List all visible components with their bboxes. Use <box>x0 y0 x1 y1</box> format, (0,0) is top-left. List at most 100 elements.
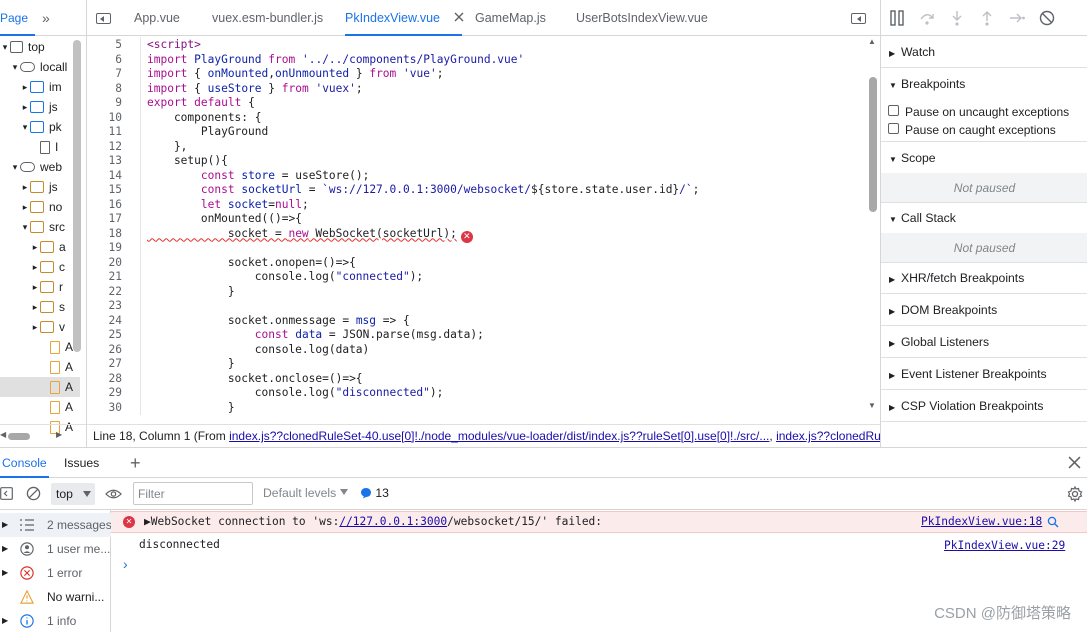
code-line[interactable]: PlayGround <box>147 125 268 140</box>
collapse-arrow-icon[interactable]: ▾ <box>10 62 20 73</box>
pause-caught-checkbox[interactable] <box>888 123 899 134</box>
scroll-left-icon[interactable]: ◀ <box>0 430 6 439</box>
line-number[interactable]: 25 <box>87 328 122 343</box>
line-number[interactable]: 28 <box>87 372 122 387</box>
section-csp-breakpoints[interactable]: ▶ CSP Violation Breakpoints <box>881 390 1087 422</box>
console-error-message[interactable]: ✕ ▶WebSocket connection to 'ws://127.0.0… <box>111 511 1087 533</box>
tab-gamemap-js[interactable]: GameMap.js <box>475 0 546 36</box>
line-number[interactable]: 26 <box>87 343 122 358</box>
toggle-navigator-icon[interactable] <box>96 13 111 24</box>
line-number[interactable]: 8 <box>87 82 122 97</box>
tree-item[interactable]: ▸ v <box>0 317 80 337</box>
section-event-listener-breakpoints[interactable]: ▶ Event Listener Breakpoints <box>881 358 1087 390</box>
line-number[interactable]: 20 <box>87 256 122 271</box>
tab-vuex-esm-bundler[interactable]: vuex.esm-bundler.js <box>212 0 323 36</box>
scroll-right-icon[interactable]: ▶ <box>56 430 62 439</box>
line-number[interactable]: 7 <box>87 67 122 82</box>
code-area[interactable]: 5 6 7 8 9 10 11 12 13 14 15 16 17 18 19 20 21 22 23 24 25 26 2… <box>87 37 880 415</box>
code-line[interactable]: let socket=null; <box>147 198 309 213</box>
section-dom-breakpoints[interactable]: ▶ DOM Breakpoints <box>881 294 1087 326</box>
log-levels-dropdown[interactable]: Default levels <box>263 486 348 500</box>
step-over-icon[interactable] <box>919 10 935 26</box>
expand-arrow-icon[interactable]: ▸ <box>20 202 30 213</box>
log-source-link[interactable]: PkIndexView.vue:29 <box>944 539 1065 552</box>
tab-userbotsindexview-vue[interactable]: UserBotsIndexView.vue <box>576 0 708 36</box>
tree-item[interactable]: ▸ c <box>0 257 80 277</box>
sidebar-item-warnings[interactable]: No warni... <box>0 585 111 609</box>
line-number[interactable]: 11 <box>87 125 122 140</box>
line-number[interactable]: 24 <box>87 314 122 329</box>
sidebar-item-messages[interactable]: ▶ 2 messages <box>0 513 112 537</box>
settings-gear-icon[interactable] <box>1067 486 1083 502</box>
section-watch[interactable]: ▶ Watch <box>881 36 1087 68</box>
tab-page[interactable]: Page <box>0 0 35 36</box>
section-scope[interactable]: ▼ Scope <box>881 142 1087 174</box>
close-tab-icon[interactable] <box>453 11 465 23</box>
tree-item[interactable]: A <box>0 337 80 357</box>
line-number[interactable]: 17 <box>87 212 122 227</box>
tree-item[interactable]: ▸ no <box>0 197 80 217</box>
code-line[interactable]: import PlayGround from '../../components… <box>147 53 524 68</box>
line-number[interactable]: 27 <box>87 357 122 372</box>
editor-scroll-thumb[interactable] <box>869 77 877 212</box>
section-xhr-breakpoints[interactable]: ▶ XHR/fetch Breakpoints <box>881 262 1087 294</box>
code-line[interactable]: const store = useStore(); <box>147 169 369 184</box>
search-icon[interactable] <box>1047 516 1059 528</box>
tree-item[interactable]: ▾ locall <box>0 57 80 77</box>
toggle-debugger-icon[interactable] <box>851 13 866 24</box>
code-line[interactable]: } <box>147 285 235 300</box>
tree-item[interactable]: ▸ r <box>0 277 80 297</box>
code-line[interactable]: } <box>147 401 235 416</box>
context-selector[interactable]: top <box>51 483 95 505</box>
line-number[interactable]: 5 <box>87 38 122 53</box>
scroll-up-icon[interactable]: ▲ <box>868 37 876 46</box>
collapse-arrow-icon[interactable]: ▾ <box>10 162 20 173</box>
navigator-scrollbar[interactable] <box>73 40 81 352</box>
line-number[interactable]: 18 <box>87 227 122 242</box>
collapse-arrow-icon[interactable]: ▾ <box>20 122 30 133</box>
code-line[interactable]: console.log(data) <box>147 343 370 358</box>
step-icon[interactable] <box>1009 10 1025 26</box>
expand-arrow-icon[interactable]: ▸ <box>20 82 30 93</box>
line-number[interactable]: 15 <box>87 183 122 198</box>
expand-arrow-icon[interactable]: ▸ <box>20 182 30 193</box>
code-line[interactable]: import { useStore } from 'vuex'; <box>147 82 363 97</box>
line-number[interactable]: 21 <box>87 270 122 285</box>
line-number[interactable]: 9 <box>87 96 122 111</box>
sidebar-item-info[interactable]: ▶ 1 info <box>0 609 111 632</box>
code-line[interactable]: const socketUrl = `ws://127.0.0.1:3000/w… <box>147 183 700 198</box>
code-line[interactable]: onMounted(()=>{ <box>147 212 302 227</box>
tree-item[interactable]: ▾ top <box>0 37 80 57</box>
source-map-link[interactable]: index.js??clonedRuleSet-40.use[0]!./node… <box>229 429 769 443</box>
line-gutter[interactable]: 5 6 7 8 9 10 11 12 13 14 15 16 17 18 19 20 21 22 23 24 25 26 2… <box>87 37 141 415</box>
tab-pkindexview-vue[interactable]: PkIndexView.vue <box>345 0 462 36</box>
error-source-link[interactable]: PkIndexView.vue:18 <box>921 512 1042 532</box>
more-tabs-icon[interactable]: » <box>42 10 50 26</box>
code-line[interactable]: console.log("connected"); <box>147 270 423 285</box>
code-line[interactable]: components: { <box>147 111 262 126</box>
expand-arrow-icon[interactable]: ▸ <box>30 262 40 273</box>
navigator-hscrollbar[interactable]: ◀ ▶ <box>0 424 86 447</box>
sidebar-item-errors[interactable]: ▶ 1 error <box>0 561 111 585</box>
collapse-arrow-icon[interactable]: ▾ <box>20 222 30 233</box>
tree-item[interactable]: ▸ im <box>0 77 80 97</box>
code-line[interactable]: console.log("disconnected"); <box>147 386 444 401</box>
collapse-arrow-icon[interactable]: ▾ <box>0 42 10 53</box>
tree-item[interactable]: A <box>0 377 80 397</box>
expand-arrow-icon[interactable]: ▸ <box>30 282 40 293</box>
expand-arrow-icon[interactable]: ▸ <box>30 302 40 313</box>
pause-uncaught-checkbox[interactable] <box>888 105 899 116</box>
line-number[interactable]: 13 <box>87 154 122 169</box>
section-call-stack[interactable]: ▼ Call Stack <box>881 202 1087 234</box>
add-tab-icon[interactable]: + <box>130 448 141 478</box>
console-prompt-icon[interactable]: › <box>123 556 128 572</box>
code-line[interactable]: } <box>147 357 235 372</box>
code-line[interactable]: socket = new WebSocket(socketUrl); ✕ <box>147 227 473 243</box>
step-into-icon[interactable] <box>949 10 965 26</box>
tree-item[interactable]: ▸ js <box>0 177 80 197</box>
websocket-url-link[interactable]: //127.0.0.1:3000 <box>339 515 447 528</box>
line-number[interactable]: 16 <box>87 198 122 213</box>
close-drawer-icon[interactable] <box>1068 456 1081 469</box>
line-number[interactable]: 22 <box>87 285 122 300</box>
tree-item[interactable]: ▾ web <box>0 157 80 177</box>
